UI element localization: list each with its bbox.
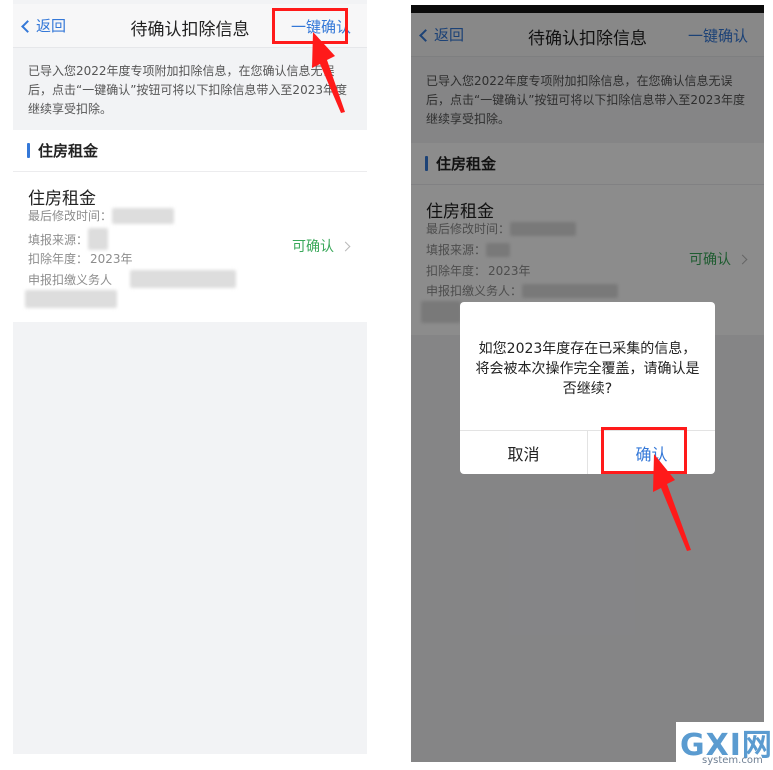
redacted-value: [25, 290, 117, 308]
red-arrow-icon: [653, 454, 691, 551]
agent-row-continued: [25, 290, 117, 308]
right-phone-screen: 返回 待确认扣除信息 一键确认 已导入您2022年度专项附加扣除信息，在您确认信…: [411, 5, 764, 762]
redacted-value: [130, 270, 237, 288]
site-watermark: GXI网 system.com: [676, 722, 773, 770]
chevron-right-icon: [340, 241, 351, 251]
record-title: 住房租金: [28, 189, 96, 209]
last-modified-row: 最后修改时间：: [28, 207, 175, 224]
last-modified-label: 最后修改时间：: [28, 209, 113, 223]
redacted-value: [112, 207, 175, 224]
red-arrow-icon: [312, 32, 345, 113]
year-row: 扣除年度： 2023年: [28, 250, 133, 267]
chevron-left-icon: [21, 19, 34, 33]
confirmable-status-link[interactable]: 可确认: [292, 236, 351, 256]
dialog-message: 如您2023年度存在已采集的信息，将会被本次操作完全覆盖，请确认是否继续?: [475, 341, 700, 397]
back-label: 返回: [36, 17, 67, 35]
back-button[interactable]: 返回: [21, 15, 67, 36]
redacted-value: [88, 228, 109, 250]
agent-label: 申报扣缴义务人: [28, 272, 113, 287]
deduction-record[interactable]: 住房租金 最后修改时间： 填报来源： 扣除年度： 2023年 申报扣缴义务人 可…: [13, 172, 367, 322]
cancel-button[interactable]: 取消: [460, 431, 587, 474]
agent-row: 申报扣缴义务人: [28, 270, 237, 288]
section-accent-bar: [27, 143, 30, 158]
source-row: 填报来源：: [28, 228, 109, 250]
status-label: 可确认: [292, 239, 334, 255]
source-label: 填报来源：: [28, 232, 89, 247]
year-value: 2023年: [90, 252, 133, 266]
watermark-domain: system.com: [702, 755, 763, 766]
section-title: 住房租金: [38, 142, 99, 160]
year-label: 扣除年度：: [28, 252, 89, 266]
section-header: 住房租金: [13, 130, 367, 172]
status-bar: [411, 5, 764, 13]
